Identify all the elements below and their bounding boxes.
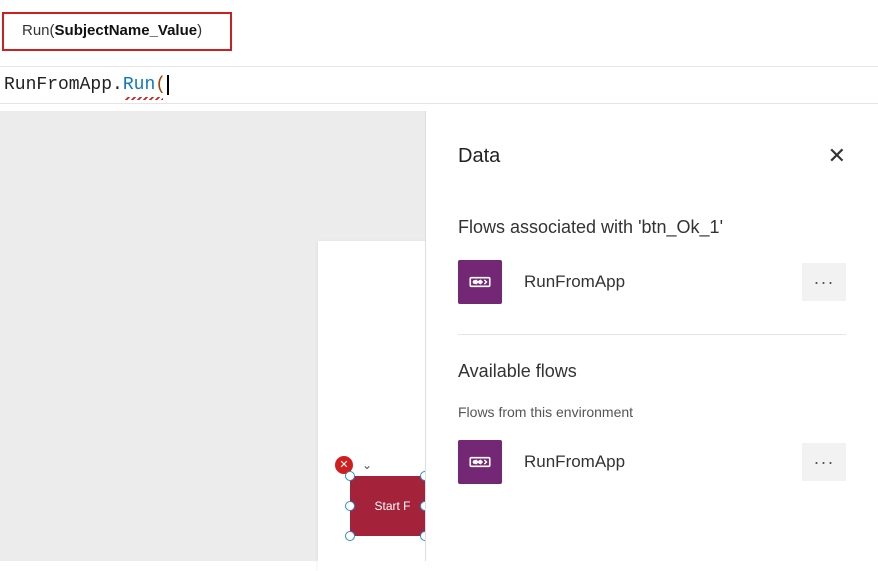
formula-method-token: Run (123, 75, 155, 95)
resize-handle[interactable] (345, 471, 355, 481)
button-label: Start F (374, 499, 410, 513)
signature-help-tooltip: Run(SubjectName_Value) (2, 12, 232, 51)
section-divider (458, 334, 846, 335)
formula-object-token: RunFromApp (4, 75, 112, 95)
flow-icon (458, 260, 502, 304)
resize-handle[interactable] (345, 531, 355, 541)
more-options-button[interactable]: ··· (802, 263, 846, 301)
resize-handle[interactable] (345, 501, 355, 511)
start-flow-button[interactable]: Start F (350, 476, 425, 536)
chevron-down-icon[interactable]: ⌄ (362, 458, 372, 472)
more-options-button[interactable]: ··· (802, 443, 846, 481)
data-panel: Data ✕ Flows associated with 'btn_Ok_1' … (425, 111, 878, 561)
signature-param: SubjectName_Value (55, 22, 198, 39)
formula-error-underline (125, 97, 163, 100)
available-flows-subheading: Flows from this environment (458, 404, 846, 420)
selected-control-wrapper[interactable]: ✕ ⌄ Start F (350, 476, 425, 551)
flow-name-label: RunFromApp (524, 452, 802, 472)
close-icon[interactable]: ✕ (828, 143, 846, 169)
data-panel-header: Data ✕ (458, 143, 846, 169)
formula-bar[interactable]: RunFromApp.Run( (0, 66, 878, 104)
canvas-area[interactable]: ✕ ⌄ Start F (0, 111, 425, 561)
signature-fn-name: Run (22, 22, 50, 39)
associated-flows-heading: Flows associated with 'btn_Ok_1' (458, 217, 846, 238)
text-cursor (167, 75, 169, 95)
flow-item-avail[interactable]: RunFromApp ··· (458, 440, 846, 484)
flow-name-label: RunFromApp (524, 272, 802, 292)
available-flows-heading: Available flows (458, 361, 846, 382)
panel-title: Data (458, 145, 500, 168)
flow-icon (458, 440, 502, 484)
flow-item-assoc[interactable]: RunFromApp ··· (458, 260, 846, 304)
